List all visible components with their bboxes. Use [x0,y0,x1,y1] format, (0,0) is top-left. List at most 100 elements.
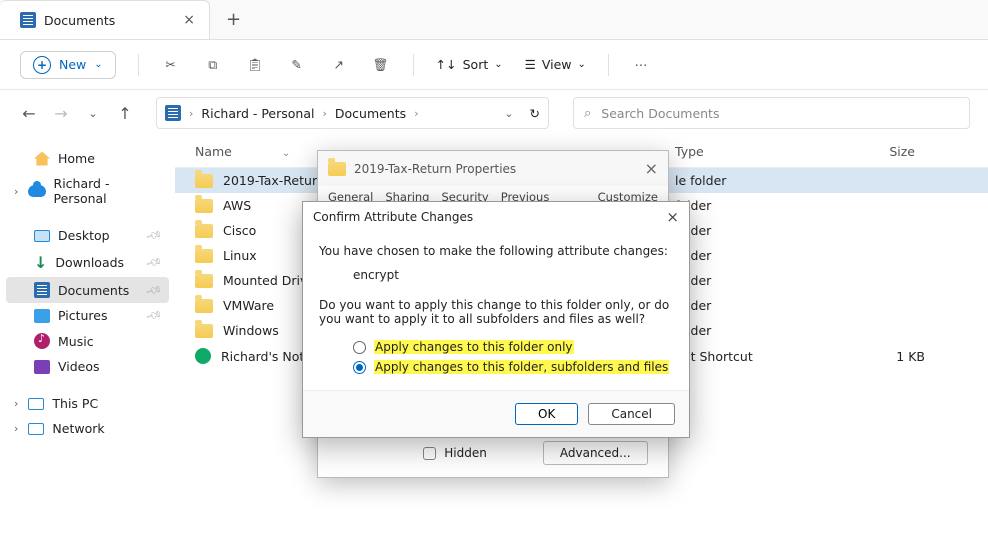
sidebar-item-desktop[interactable]: Desktop📌︎ [6,223,169,248]
sidebar-item-home[interactable]: Home [6,146,169,171]
cancel-button[interactable]: Cancel [588,403,675,425]
breadcrumb[interactable]: Documents [335,106,406,121]
breadcrumb[interactable]: Richard - Personal [201,106,314,121]
search-input[interactable]: ⌕ Search Documents [573,97,970,129]
sidebar-item-thispc[interactable]: ›This PC [6,391,169,416]
videos-icon [34,360,50,374]
network-icon [28,423,44,435]
file-type: folder [675,198,815,213]
documents-icon [165,105,181,121]
confirm-message: You have chosen to make the following at… [319,244,673,258]
folder-icon [195,274,213,288]
file-type: folder [675,248,815,263]
onedrive-icon [28,185,45,197]
sidebar-item-label: Desktop [58,228,110,243]
file-name: Linux [223,248,257,263]
divider [413,54,414,76]
address-bar[interactable]: › Richard - Personal › Documents › ⌄ ↻ [156,97,549,129]
ok-button[interactable]: OK [515,403,578,425]
sidebar-item-onedrive[interactable]: › Richard - Personal [6,171,169,211]
confirm-attribute: encrypt [353,268,673,282]
column-header-size[interactable]: Size [815,144,915,159]
up-button[interactable]: ↑ [114,102,136,124]
hidden-checkbox[interactable] [423,447,436,460]
chevron-right-icon: › [189,107,193,120]
chevron-right-icon: › [322,107,326,120]
more-button[interactable]: ⋯ [631,55,651,75]
view-button[interactable]: ☰ View ⌄ [525,57,586,72]
cut-icon[interactable]: ✂ [161,55,181,75]
sidebar-item-label: Downloads [55,255,124,270]
hidden-label: Hidden [444,446,487,460]
dialog-title: Confirm Attribute Changes [313,210,666,224]
file-type: le folder [675,173,815,188]
view-icon: ☰ [525,57,536,72]
folder-icon [195,199,213,213]
search-icon: ⌕ [584,106,591,121]
pin-icon: 📌︎ [145,253,164,271]
chevron-down-icon: ⌄ [494,59,502,70]
sort-label: Sort [463,57,489,72]
window-tab[interactable]: Documents × [0,0,210,39]
folder-icon [195,299,213,313]
divider [608,54,609,76]
radio-unselected[interactable] [353,341,366,354]
rename-icon[interactable]: ✎ [287,55,307,75]
pc-icon [28,398,44,410]
documents-icon [20,12,36,28]
file-type: folder [675,223,815,238]
sidebar-item-downloads[interactable]: ↓ Downloads 📌︎ [6,248,169,277]
refresh-button[interactable]: ↻ [530,106,540,121]
chevron-down-icon[interactable]: ⌄ [504,107,513,120]
close-tab-icon[interactable]: × [183,12,195,28]
sidebar-item-videos[interactable]: Videos [6,354,169,379]
sidebar-item-pictures[interactable]: Pictures📌︎ [6,303,169,328]
divider [138,54,139,76]
sort-button[interactable]: ↑↓ Sort ⌄ [436,57,503,72]
sidebar-item-label: Documents [58,283,129,298]
plus-icon: + [33,56,51,74]
chevron-right-icon: › [414,107,418,120]
home-icon [34,152,50,166]
forward-button[interactable]: → [50,102,72,124]
new-label: New [59,57,86,72]
sort-icon: ↑↓ [436,57,457,72]
advanced-button[interactable]: Advanced... [543,441,648,465]
sidebar-item-documents[interactable]: Documents📌︎ [6,277,169,303]
folder-icon [195,224,213,238]
sidebar-item-network[interactable]: ›Network [6,416,169,441]
file-name: VMWare [223,298,274,313]
close-icon[interactable]: × [645,159,658,178]
sidebar-item-label: Videos [58,359,100,374]
new-tab-button[interactable]: + [210,9,257,30]
downloads-icon: ↓ [34,253,47,272]
close-icon[interactable]: × [666,208,679,226]
option-subfolders-files[interactable]: Apply changes to this folder, subfolders… [353,360,673,374]
tab-title: Documents [44,13,115,28]
delete-icon[interactable]: 🗑︎ [371,55,391,75]
option-label: Apply changes to this folder, subfolders… [374,360,669,374]
sidebar-item-music[interactable]: Music [6,328,169,354]
paste-icon[interactable]: 📋︎ [245,55,265,75]
option-this-folder-only[interactable]: Apply changes to this folder only [353,340,673,354]
history-chevron[interactable]: ⌄ [82,102,104,124]
documents-icon [34,282,50,298]
new-button[interactable]: + New ⌄ [20,51,116,79]
internet-shortcut-icon [195,348,211,364]
column-header-type[interactable]: Type [675,144,815,159]
sidebar-item-label: Pictures [58,308,108,323]
pictures-icon [34,309,50,323]
share-icon[interactable]: ↗ [329,55,349,75]
radio-selected[interactable] [353,361,366,374]
folder-icon [195,324,213,338]
search-placeholder: Search Documents [601,106,719,121]
chevron-right-icon[interactable]: › [14,185,18,198]
chevron-right-icon[interactable]: › [14,397,18,410]
back-button[interactable]: ← [18,102,40,124]
folder-icon [195,249,213,263]
file-name: 2019-Tax-Return [223,173,325,188]
copy-icon[interactable]: ⧉ [203,55,223,75]
chevron-right-icon[interactable]: › [14,422,18,435]
view-label: View [542,57,572,72]
music-icon [34,333,50,349]
